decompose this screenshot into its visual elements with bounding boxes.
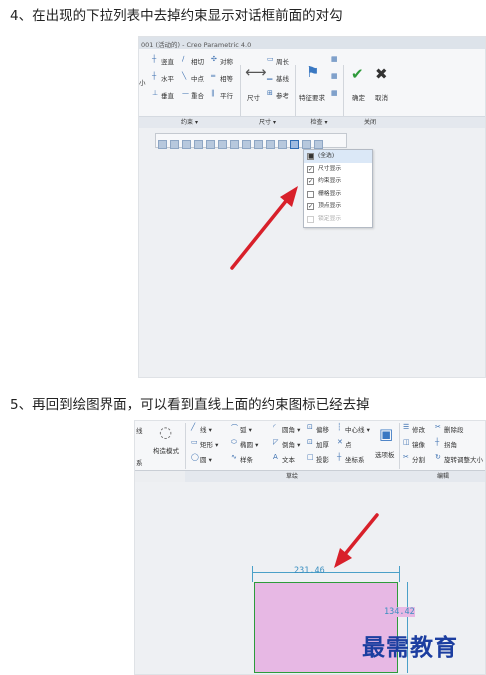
arrow-pointing-line: [334, 513, 379, 568]
arrow-pointing-dropdown: [230, 186, 298, 270]
red-arrows: [230, 186, 379, 568]
